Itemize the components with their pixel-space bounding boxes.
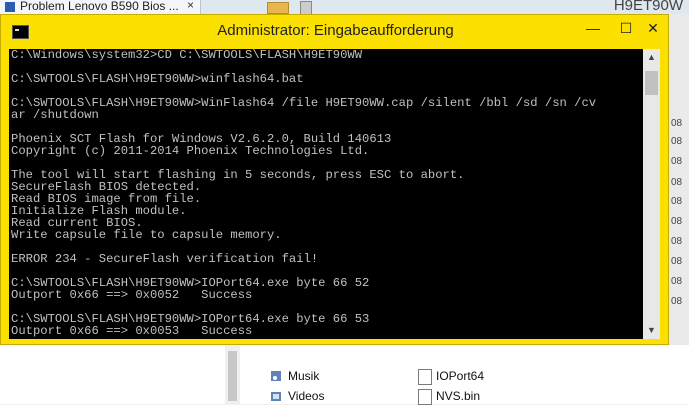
explorer-scroll-thumb[interactable] bbox=[228, 351, 237, 401]
console-line: C:\SWTOOLS\FLASH\H9ET90WW>WinFlash64 /fi… bbox=[11, 96, 597, 110]
console-line: Copyright (c) 2011-2014 Phoenix Technolo… bbox=[11, 144, 370, 158]
date-fragment: 08 bbox=[671, 118, 683, 129]
minimize-button[interactable]: — bbox=[576, 15, 610, 41]
console-line: Outport 0x66 ==> 0x0053 Success bbox=[11, 324, 253, 338]
browser-tab-title: Problem Lenovo B590 Bios ... bbox=[20, 0, 179, 13]
file-item-nvs[interactable]: NVS.bin bbox=[436, 389, 480, 403]
close-button[interactable]: ✕ bbox=[638, 15, 668, 41]
app-icon[interactable] bbox=[300, 1, 312, 15]
console-line: Write capsule file to capsule memory. bbox=[11, 228, 282, 242]
file-icon bbox=[418, 369, 432, 385]
videos-icon bbox=[271, 392, 281, 401]
date-fragment: 08 bbox=[671, 156, 683, 167]
console-line: ERROR 234 - SecureFlash verification fai… bbox=[11, 252, 319, 266]
date-fragment: 08 bbox=[671, 196, 683, 207]
file-item-ioport64[interactable]: IOPort64 bbox=[436, 369, 484, 383]
window-title: Administrator: Eingabeaufforderung bbox=[217, 22, 454, 39]
scroll-up-arrow-icon[interactable]: ▲ bbox=[643, 49, 660, 66]
music-icon bbox=[271, 371, 281, 381]
browser-tab-strip: Problem Lenovo B590 Bios ... × H9ET90W bbox=[0, 0, 689, 15]
console-output[interactable]: C:\Windows\system32>CD C:\SWTOOLS\FLASH\… bbox=[9, 49, 660, 339]
explorer-list-area bbox=[5, 351, 220, 404]
folder-icon[interactable] bbox=[267, 2, 289, 14]
console-text: C:\Windows\system32>CD C:\SWTOOLS\FLASH\… bbox=[11, 49, 596, 337]
console-line: C:\SWTOOLS\FLASH\H9ET90WW>winflash64.bat bbox=[11, 72, 304, 86]
file-icon bbox=[418, 389, 432, 405]
scroll-thumb[interactable] bbox=[645, 71, 658, 95]
page-favicon-icon bbox=[5, 2, 15, 12]
background-window-title: H9ET90W bbox=[613, 0, 683, 14]
console-line: C:\Windows\system32>CD C:\SWTOOLS\FLASH\… bbox=[11, 49, 363, 62]
explorer-left-pane bbox=[0, 345, 246, 404]
console-window[interactable]: Administrator: Eingabeaufforderung — ☐ ✕… bbox=[0, 14, 669, 345]
browser-tab[interactable]: Problem Lenovo B590 Bios ... × bbox=[0, 0, 201, 14]
date-fragment: 08 bbox=[671, 216, 683, 227]
date-fragment: 08 bbox=[671, 177, 683, 188]
close-tab-icon[interactable]: × bbox=[187, 0, 194, 12]
console-line: Outport 0x66 ==> 0x0052 Success bbox=[11, 288, 253, 302]
date-fragment: 08 bbox=[671, 136, 683, 147]
date-fragment: 08 bbox=[671, 276, 683, 287]
scroll-down-arrow-icon[interactable]: ▼ bbox=[643, 322, 660, 339]
window-titlebar[interactable]: Administrator: Eingabeaufforderung — ☐ ✕ bbox=[1, 15, 670, 49]
date-fragment: 08 bbox=[671, 256, 683, 267]
date-fragment: 08 bbox=[671, 296, 683, 307]
nav-item-videos[interactable]: Videos bbox=[288, 389, 324, 403]
console-scrollbar[interactable]: ▲ ▼ bbox=[643, 49, 660, 339]
nav-item-music[interactable]: Musik bbox=[288, 369, 319, 383]
date-fragment: 08 bbox=[671, 236, 683, 247]
console-line: ar /shutdown bbox=[11, 108, 99, 122]
